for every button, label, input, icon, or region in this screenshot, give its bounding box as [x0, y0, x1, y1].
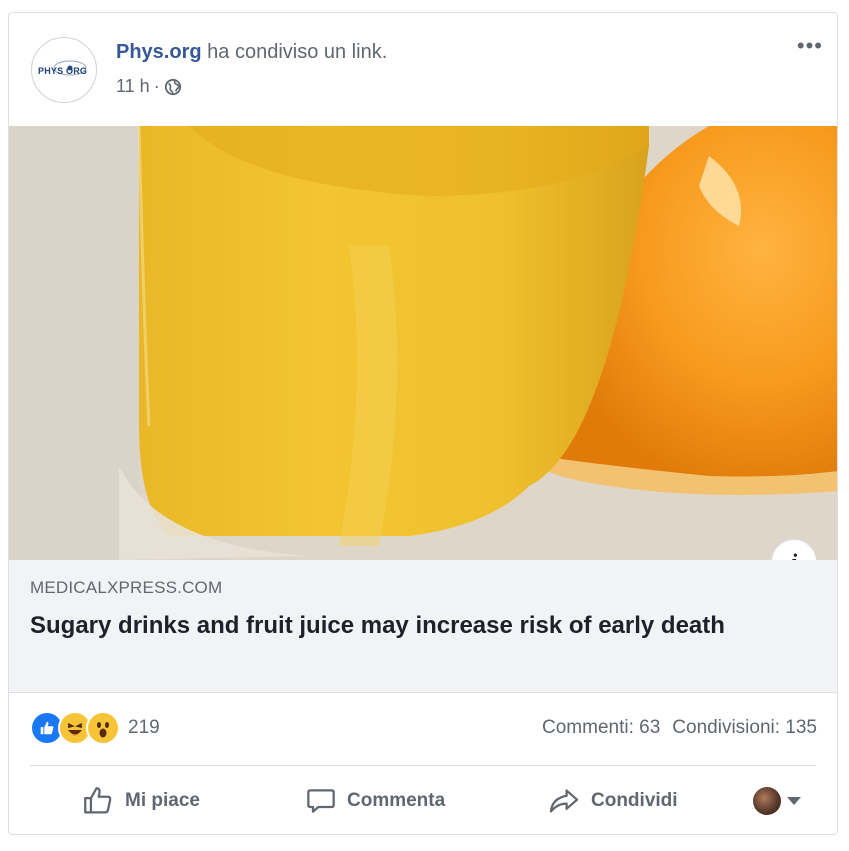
- meta-separator: ·: [153, 76, 160, 96]
- orange-juice-photo: [9, 126, 837, 560]
- page-name-link[interactable]: Phys.org: [116, 41, 202, 63]
- comment-button-label: Commenta: [347, 790, 446, 811]
- link-preview-image[interactable]: [9, 126, 837, 560]
- post-actions-bar: Mi piace Commenta Condividi: [9, 773, 837, 829]
- link-domain: MEDICALXPRESS.COM: [30, 578, 223, 597]
- avatar-logo-text: PHYS ORG: [38, 66, 88, 76]
- wow-reaction-icon: [86, 711, 120, 745]
- post-card: PHYS ORG Phys.org ha condiviso un link. …: [8, 12, 838, 835]
- comments-count-link[interactable]: Commenti: 63: [542, 717, 660, 739]
- post-meta: 11 h ·: [116, 76, 182, 97]
- link-title[interactable]: Sugary drinks and fruit juice may increa…: [30, 608, 790, 643]
- reactions-summary[interactable]: 219: [30, 711, 160, 745]
- more-options-button[interactable]: •••: [797, 35, 823, 57]
- actions-divider: [30, 765, 816, 766]
- like-button-label: Mi piace: [125, 790, 200, 811]
- page-avatar[interactable]: PHYS ORG: [31, 37, 97, 103]
- link-preview-caption[interactable]: MEDICALXPRESS.COM Sugary drinks and frui…: [9, 560, 837, 693]
- share-arrow-icon: [549, 789, 579, 813]
- post-stats: Commenti: 63 Condivisioni: 135: [542, 717, 817, 739]
- caret-down-icon: [787, 797, 801, 805]
- shares-count-link[interactable]: Condivisioni: 135: [672, 717, 817, 739]
- user-avatar: [753, 787, 781, 815]
- share-button[interactable]: Condividi: [547, 773, 678, 829]
- thumbs-up-icon: [84, 787, 112, 814]
- share-button-label: Condividi: [591, 790, 678, 811]
- post-action-text: ha condiviso un link.: [207, 41, 388, 63]
- globe-icon: [164, 78, 181, 95]
- post-header: Phys.org ha condiviso un link.: [116, 41, 387, 64]
- reaction-count: 219: [128, 717, 160, 738]
- timestamp-link[interactable]: 11 h: [116, 76, 150, 97]
- comment-button[interactable]: Commenta: [305, 773, 445, 829]
- comment-bubble-icon: [307, 789, 335, 813]
- audience-selector[interactable]: [753, 787, 801, 815]
- like-button[interactable]: Mi piace: [81, 773, 200, 829]
